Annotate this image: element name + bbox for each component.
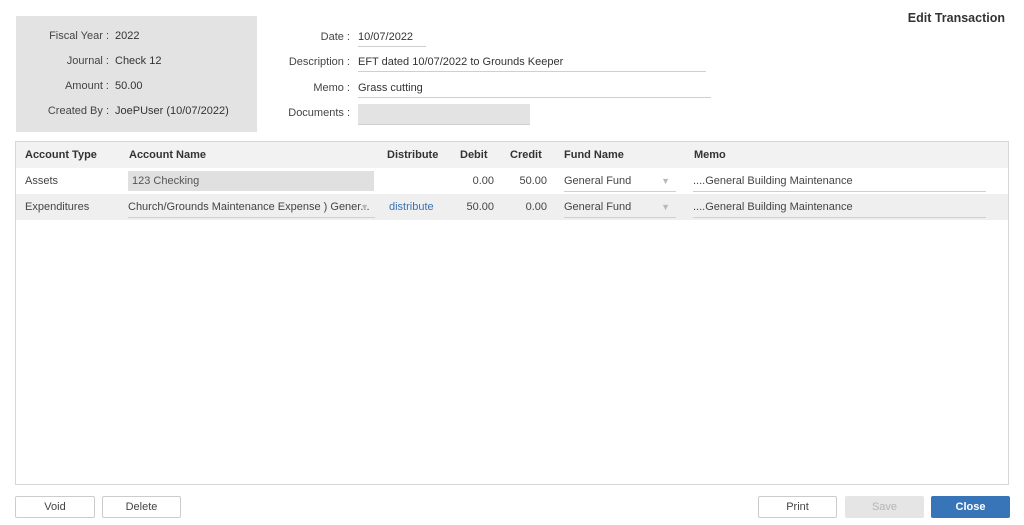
fund-name-select[interactable]: General Fund ▼	[564, 171, 676, 192]
cell-account-type: Assets	[25, 175, 59, 187]
grid-header: Account Type Account Name Distribute Deb…	[16, 142, 1008, 168]
documents-input[interactable]	[358, 104, 530, 125]
fiscal-year-label: Fiscal Year :	[49, 30, 109, 42]
date-label: Date :	[320, 31, 350, 43]
date-input[interactable]: 10/07/2022	[358, 28, 426, 47]
cell-credit[interactable]: 50.00	[506, 175, 547, 187]
amount-value: 50.00	[115, 80, 143, 92]
account-name-field[interactable]: 123 Checking	[128, 171, 374, 191]
delete-button[interactable]: Delete	[102, 496, 181, 518]
fund-name-select[interactable]: General Fund ▼	[564, 197, 676, 218]
created-by-row: Created By : JoePUser (10/07/2022)	[16, 105, 257, 121]
header-distribute[interactable]: Distribute	[387, 149, 438, 161]
memo-label: Memo :	[313, 82, 350, 94]
save-button[interactable]: Save	[845, 496, 924, 518]
transaction-summary: Fiscal Year : 2022 Journal : Check 12 Am…	[16, 16, 257, 132]
header-account-type[interactable]: Account Type	[25, 149, 97, 161]
journal-value: Check 12	[115, 55, 162, 67]
table-row[interactable]: Assets 123 Checking 0.00 50.00 General F…	[16, 168, 1008, 194]
header-debit[interactable]: Debit	[460, 149, 488, 161]
cell-account-type: Expenditures	[25, 201, 90, 213]
memo-field[interactable]: ....General Building Maintenance	[693, 171, 986, 192]
page-title: Edit Transaction	[907, 11, 1005, 25]
memo-input[interactable]: Grass cutting	[358, 79, 711, 98]
chevron-down-icon[interactable]: ▼	[360, 197, 369, 217]
header-account-name[interactable]: Account Name	[129, 149, 206, 161]
documents-label: Documents :	[288, 107, 350, 119]
created-by-value: JoePUser (10/07/2022)	[115, 105, 229, 117]
chevron-down-icon[interactable]: ▼	[661, 197, 670, 217]
fiscal-year-row: Fiscal Year : 2022	[16, 30, 257, 46]
memo-field[interactable]: ....General Building Maintenance	[693, 197, 986, 218]
fiscal-year-value: 2022	[115, 30, 140, 42]
cell-debit[interactable]: 50.00	[456, 201, 494, 213]
amount-label: Amount :	[64, 80, 109, 92]
void-button[interactable]: Void	[15, 496, 95, 518]
fund-name-value: General Fund	[564, 175, 632, 187]
print-button[interactable]: Print	[758, 496, 837, 518]
journal-row: Journal : Check 12	[16, 55, 257, 71]
journal-label: Journal :	[66, 55, 109, 67]
table-row[interactable]: Expenditures Church/Grounds Maintenance …	[16, 194, 1008, 220]
fund-name-value: General Fund	[564, 201, 632, 213]
chevron-down-icon[interactable]: ▼	[661, 171, 670, 191]
amount-row: Amount : 50.00	[16, 80, 257, 96]
close-button[interactable]: Close	[931, 496, 1010, 518]
description-label: Description :	[288, 56, 350, 68]
account-name-value: Church/Grounds Maintenance Expense ) Gen…	[128, 201, 370, 213]
header-fund-name[interactable]: Fund Name	[564, 149, 624, 161]
distribute-link[interactable]: distribute	[389, 201, 434, 213]
cell-credit[interactable]: 0.00	[506, 201, 547, 213]
description-input[interactable]: EFT dated 10/07/2022 to Grounds Keeper	[358, 53, 706, 72]
account-name-select[interactable]: Church/Grounds Maintenance Expense ) Gen…	[128, 197, 375, 218]
cell-debit[interactable]: 0.00	[456, 175, 494, 187]
created-by-label: Created By :	[47, 105, 109, 117]
header-memo[interactable]: Memo	[694, 149, 726, 161]
transaction-lines-grid: Account Type Account Name Distribute Deb…	[15, 141, 1009, 485]
header-credit[interactable]: Credit	[510, 149, 542, 161]
